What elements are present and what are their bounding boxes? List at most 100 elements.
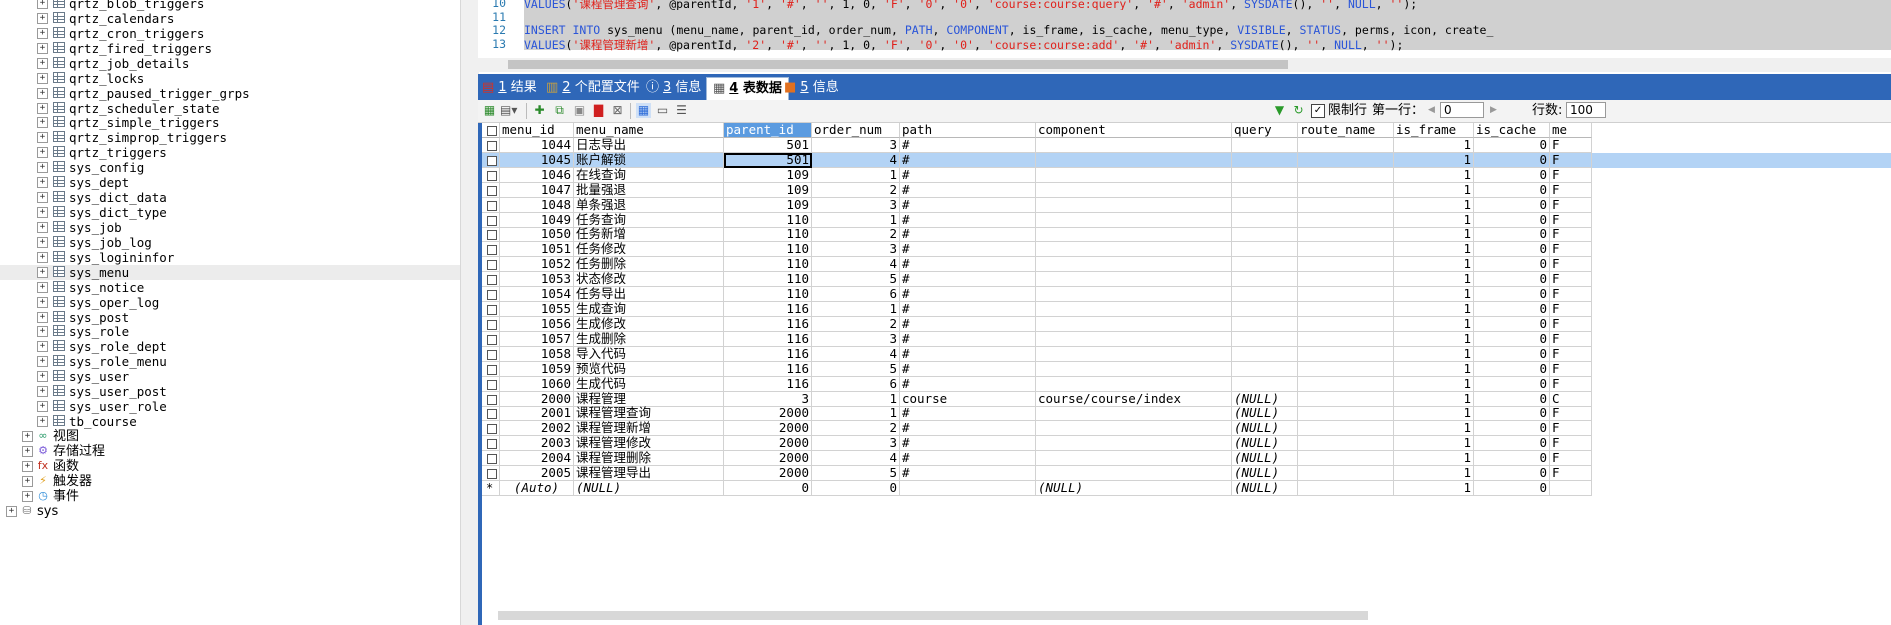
cell-path[interactable]: # [900, 167, 1036, 183]
cell-component[interactable] [1036, 406, 1232, 422]
tree-item-sys_role[interactable]: + sys_role [0, 324, 460, 339]
cell-component[interactable] [1036, 361, 1232, 377]
tree-item-qrtz_triggers[interactable]: + qrtz_triggers [0, 145, 460, 160]
table-row[interactable]: 2005 课程管理导出 2000 5 # (NULL) 1 0 F [482, 466, 1891, 482]
tree-item-sys_role_dept[interactable]: + sys_role_dept [0, 339, 460, 354]
expand-icon[interactable]: + [37, 236, 48, 248]
column-header-parent_id[interactable]: parent_id [724, 123, 812, 138]
cell-is_frame[interactable]: 1 [1394, 421, 1474, 437]
tab-5[interactable]: ■ 5 信息 [784, 77, 839, 100]
cell-is_frame[interactable]: 1 [1394, 331, 1474, 347]
cell-me[interactable]: F [1550, 287, 1592, 303]
cell-route_name[interactable] [1298, 137, 1394, 153]
column-header-is_cache[interactable]: is_cache [1474, 123, 1550, 138]
cell-parent_id[interactable]: 3 [724, 391, 812, 407]
checkbox-icon[interactable] [487, 394, 497, 405]
row-checkbox[interactable] [482, 182, 500, 198]
expand-icon[interactable]: + [22, 430, 33, 442]
expand-icon[interactable]: + [37, 102, 48, 114]
cell-component[interactable] [1036, 331, 1232, 347]
cell-route_name[interactable] [1298, 167, 1394, 183]
table-row[interactable]: 1051 任务修改 110 3 #1 0 F [482, 242, 1891, 258]
row-count-input[interactable]: 100 [1566, 102, 1606, 118]
object-browser-tree[interactable]: + qrtz_blob_triggers + qrtz_calendars + qrtz_… [0, 0, 460, 625]
cell-menu_name[interactable]: 任务查询 [574, 212, 724, 228]
new-row-marker[interactable]: * [482, 481, 500, 497]
table-row[interactable]: 1058 导入代码 116 4 #1 0 F [482, 346, 1891, 362]
cell-menu_id[interactable]: 1049 [500, 212, 574, 228]
cell-is_cache[interactable]: 0 [1474, 331, 1550, 347]
cell-parent_id[interactable]: 110 [724, 257, 812, 273]
row-checkbox[interactable] [482, 272, 500, 288]
column-header-order_num[interactable]: order_num [812, 123, 900, 138]
insert-row-icon[interactable]: ✚ [532, 103, 547, 118]
table-row[interactable]: 1055 生成查询 116 1 #1 0 F [482, 302, 1891, 318]
cell-is_cache[interactable]: 0 [1474, 242, 1550, 258]
row-checkbox[interactable] [482, 152, 500, 168]
table-row[interactable]: 1047 批量强退 109 2 #1 0 F [482, 182, 1891, 198]
cell-order_num[interactable]: 5 [812, 466, 900, 482]
checkbox-icon[interactable] [487, 260, 497, 271]
cell-path[interactable]: # [900, 302, 1036, 318]
cell-order_num[interactable]: 5 [812, 361, 900, 377]
expand-icon[interactable]: + [37, 207, 48, 219]
cell-component[interactable] [1036, 197, 1232, 213]
cell-menu_id[interactable]: 2005 [500, 466, 574, 482]
cell-is_frame[interactable]: 1 [1394, 182, 1474, 198]
row-checkbox[interactable] [482, 376, 500, 392]
cell-is_frame[interactable]: 1 [1394, 257, 1474, 273]
cell-component[interactable] [1036, 257, 1232, 273]
cell-is_cache[interactable]: 0 [1474, 361, 1550, 377]
table-row[interactable]: 2001 课程管理查询 2000 1 # (NULL) 1 0 F [482, 406, 1891, 422]
cell-menu_name[interactable]: (NULL) [574, 481, 724, 497]
cell-menu_id[interactable]: 1055 [500, 302, 574, 318]
tree-item-sys_job_log[interactable]: + sys_job_log [0, 235, 460, 250]
cell-me[interactable]: F [1550, 331, 1592, 347]
cell-component[interactable] [1036, 466, 1232, 482]
table-row[interactable]: 1059 预览代码 116 5 #1 0 F [482, 361, 1891, 377]
cell-menu_name[interactable]: 任务修改 [574, 242, 724, 258]
cell-component[interactable]: course/course/index [1036, 391, 1232, 407]
cell-component[interactable] [1036, 436, 1232, 452]
cell-is_cache[interactable]: 0 [1474, 376, 1550, 392]
tree-item-sys_config[interactable]: + sys_config [0, 160, 460, 175]
cell-parent_id[interactable]: 109 [724, 167, 812, 183]
cell-me[interactable]: F [1550, 466, 1592, 482]
cell-is_frame[interactable]: 1 [1394, 361, 1474, 377]
checkbox-icon[interactable] [487, 319, 497, 330]
tab-2[interactable]: ▥ 2 个配置文件 [546, 77, 640, 100]
cell-parent_id[interactable]: 110 [724, 272, 812, 288]
column-header-is_frame[interactable]: is_frame [1394, 123, 1474, 138]
row-checkbox[interactable] [482, 436, 500, 452]
tree-item-sys_job[interactable]: + sys_job [0, 220, 460, 235]
cell-is_cache[interactable]: 0 [1474, 481, 1550, 497]
column-header-route_name[interactable]: route_name [1298, 123, 1394, 138]
expand-icon[interactable]: + [37, 42, 48, 54]
panel-splitter[interactable] [460, 0, 479, 625]
cell-path[interactable]: # [900, 182, 1036, 198]
expand-icon[interactable]: + [37, 266, 48, 278]
cell-component[interactable] [1036, 346, 1232, 362]
first-row-input[interactable]: 0 [1440, 102, 1484, 118]
row-checkbox[interactable] [482, 287, 500, 303]
cell-path[interactable]: # [900, 287, 1036, 303]
cell-is_cache[interactable]: 0 [1474, 197, 1550, 213]
cell-menu_name[interactable]: 课程管理新增 [574, 421, 724, 437]
expand-icon[interactable]: + [22, 490, 33, 502]
expand-icon[interactable]: + [37, 341, 48, 353]
tree-item-qrtz_simprop_triggers[interactable]: + qrtz_simprop_triggers [0, 130, 460, 145]
cell-path[interactable]: # [900, 331, 1036, 347]
cell-order_num[interactable]: 1 [812, 406, 900, 422]
expand-icon[interactable]: + [37, 27, 48, 39]
cell-parent_id[interactable]: 2000 [724, 406, 812, 422]
cell-me[interactable]: F [1550, 227, 1592, 243]
checkbox-icon[interactable] [487, 185, 497, 196]
tree-item-qrtz_cron_triggers[interactable]: + qrtz_cron_triggers [0, 26, 460, 41]
cell-is_frame[interactable]: 1 [1394, 436, 1474, 452]
expand-icon[interactable]: + [37, 386, 48, 398]
cell-order_num[interactable]: 3 [812, 197, 900, 213]
column-header-menu_name[interactable]: menu_name [574, 123, 724, 138]
cell-menu_id[interactable]: 1057 [500, 331, 574, 347]
cell-route_name[interactable] [1298, 197, 1394, 213]
cell-parent_id[interactable]: 501 [724, 152, 812, 168]
